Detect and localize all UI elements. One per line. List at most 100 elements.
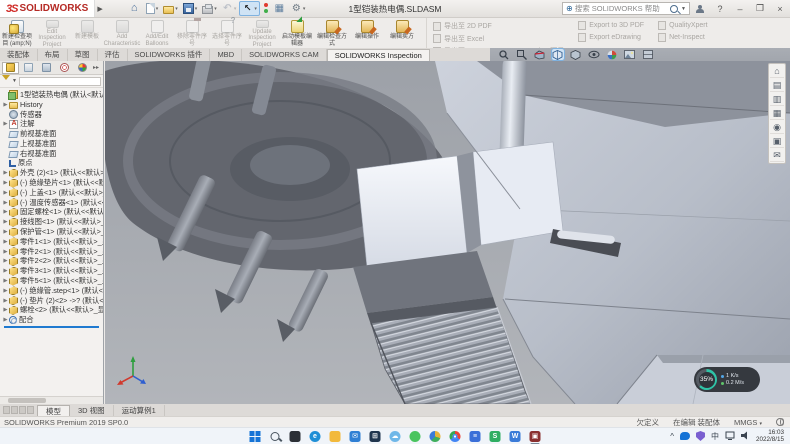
expand-arrow-icon[interactable]: ▶	[2, 102, 9, 108]
ribbon-button[interactable]: 选择零件序号	[210, 18, 245, 48]
tree-item[interactable]: ▶ 接线图<1> (默认<<默认>_显示状	[2, 217, 103, 227]
document-tab[interactable]: 模型	[37, 405, 70, 416]
store-icon[interactable]: ⊞	[369, 430, 382, 443]
panel-tabs-overflow-icon[interactable]: ▸▸	[93, 64, 99, 71]
quick-access-button[interactable]: ▾	[239, 1, 260, 16]
command-tab[interactable]: 草图	[68, 49, 98, 61]
panel-horizontal-scrollbar[interactable]	[0, 396, 103, 404]
expand-arrow-icon[interactable]: ▶	[2, 170, 9, 176]
tree-item[interactable]: ▶ 零件2<2> (默认<<默认>_显示状	[2, 257, 103, 267]
solidworks-resources-icon[interactable]: ⌂	[770, 65, 784, 78]
export-button[interactable]: Export eDrawing	[578, 33, 644, 42]
forum-icon[interactable]: ✉	[770, 149, 784, 162]
tree-item[interactable]: ▶ 螺栓<2> (默认<<默认>_显示状态	[2, 306, 103, 316]
expand-arrow-icon[interactable]: ▶	[2, 180, 9, 186]
zoom-to-area-icon[interactable]	[516, 49, 528, 60]
expand-arrow-icon[interactable]: ▶	[2, 249, 9, 255]
view-orientation-icon[interactable]	[552, 49, 564, 60]
scrollbar-thumb[interactable]	[8, 398, 46, 403]
expand-arrow-icon[interactable]: ▶	[2, 209, 9, 215]
ribbon-button[interactable]: Edit Inspection Project	[35, 18, 70, 48]
file-explorer-icon[interactable]: ▥	[770, 93, 784, 106]
expand-arrow-icon[interactable]: ▶	[2, 121, 9, 127]
ribbon-button[interactable]: 编辑卖方	[385, 18, 420, 48]
expand-arrow-icon[interactable]: ▶	[2, 317, 9, 323]
wps-icon[interactable]: W	[509, 430, 522, 443]
command-tab[interactable]: 布局	[38, 49, 68, 61]
quick-access-button[interactable]: ▾	[200, 1, 219, 16]
search-dropdown-icon[interactable]: ▼	[681, 6, 686, 12]
minimize-button[interactable]: –	[730, 1, 750, 16]
apply-scene-icon[interactable]	[624, 49, 636, 60]
export-button[interactable]: 导出至 Excel	[433, 34, 564, 44]
export-button[interactable]: Net-Inspect	[658, 33, 708, 42]
filter-funnel-icon[interactable]	[2, 75, 10, 84]
quick-access-button[interactable]: ▾	[181, 1, 200, 16]
chrome-icon[interactable]	[449, 430, 462, 443]
tree-item[interactable]: ▶ 零件3<1> (默认<<默认>_显示状	[2, 266, 103, 276]
ribbon-button[interactable]: Update Inspection Project	[245, 18, 280, 48]
tree-item[interactable]: 右视基准面	[2, 149, 103, 159]
expand-arrow-icon[interactable]: ▶	[2, 239, 9, 245]
command-tab[interactable]: SOLIDWORKS CAM	[242, 49, 327, 61]
hide-show-items-icon[interactable]	[588, 49, 600, 60]
tree-item[interactable]: ▶ 固定螺栓<1> (默认<<默认>_显示	[2, 208, 103, 218]
section-view-icon[interactable]	[534, 49, 546, 60]
edit-appearance-icon[interactable]	[606, 49, 618, 60]
tree-item[interactable]: ▶ 零件5<1> (默认<<默认>_显示状	[2, 276, 103, 286]
tree-item[interactable]: 传感器	[2, 110, 103, 120]
filter-dropdown-icon[interactable]: ▼	[12, 78, 17, 84]
quick-access-button[interactable]	[261, 1, 271, 16]
tree-item[interactable]: ▶ 保护管<1> (默认<<默认>_显示状	[2, 227, 103, 237]
command-tab[interactable]: 评估	[98, 49, 128, 61]
ribbon-button[interactable]: Add Characteristic	[105, 18, 140, 48]
ribbon-button[interactable]: 编辑操作	[350, 18, 385, 48]
expand-arrow-icon[interactable]: ▶	[2, 278, 9, 284]
command-tab[interactable]: 装配体	[0, 49, 38, 61]
display-style-icon[interactable]	[570, 49, 582, 60]
ribbon-button[interactable]: 新建模板	[70, 18, 105, 48]
units-selector[interactable]: MMGS ▾	[734, 418, 762, 427]
wechat-icon[interactable]	[409, 430, 422, 443]
tree-item[interactable]: 上视基准面	[2, 139, 103, 149]
tree-item[interactable]: 前视基准面	[2, 129, 103, 139]
onedrive-icon[interactable]: ☁	[389, 430, 402, 443]
tree-item[interactable]: ▶ (-) 绝缘垫片<1> (默认<<默认>_显	[2, 178, 103, 188]
zoom-to-fit-icon[interactable]	[498, 49, 510, 60]
expand-arrow-icon[interactable]: ▶	[2, 307, 9, 313]
expand-arrow-icon[interactable]: ▶	[2, 200, 9, 206]
tree-item[interactable]: ▶ 零件1<1> (默认<<默认>_显示状	[2, 237, 103, 247]
expand-arrow-icon[interactable]: ▶	[2, 190, 9, 196]
command-tab[interactable]: SOLIDWORKS Inspection	[327, 49, 430, 61]
view-settings-icon[interactable]	[642, 49, 654, 60]
command-tab[interactable]: SOLIDWORKS 插件	[128, 49, 211, 61]
tree-item[interactable]: 原点	[2, 159, 103, 169]
export-button[interactable]: 导出至 2D PDF	[433, 21, 564, 31]
search-icon[interactable]	[670, 5, 678, 13]
export-button[interactable]: QualityXpert	[658, 21, 708, 30]
tree-item[interactable]: ▶ 配合	[2, 315, 103, 325]
tab-scroll-arrows[interactable]	[0, 406, 37, 414]
file-explorer-icon[interactable]	[329, 430, 342, 443]
tree-root[interactable]: 1型铠装热电偶 (默认<默认_显示状态-1	[2, 90, 103, 100]
expand-arrow-icon[interactable]: ▶	[2, 229, 9, 235]
network-icon[interactable]	[725, 431, 735, 442]
tree-item[interactable]: ▶ (-) 垫片 (2)<2> ->? (默认<<默认>	[2, 296, 103, 306]
expand-arrow-icon[interactable]: ▶	[2, 298, 9, 304]
view-palette-icon[interactable]: ▦	[770, 107, 784, 120]
quick-access-button[interactable]: ▾	[144, 1, 161, 16]
login-button[interactable]	[690, 1, 710, 16]
solidworks-app-icon[interactable]: ▣	[529, 430, 542, 443]
tab-property-manager[interactable]	[20, 62, 37, 74]
ime-indicator[interactable]: 中	[711, 431, 719, 442]
design-library-icon[interactable]: ▤	[770, 79, 784, 92]
help-search-box[interactable]: ⊕ 搜索 SOLIDWORKS 帮助 ▼	[562, 2, 690, 15]
clock[interactable]: 16:03 2022/8/15	[756, 429, 784, 443]
quick-access-button[interactable]: ▾	[220, 1, 239, 16]
app-s-icon[interactable]: S	[489, 430, 502, 443]
quick-access-button[interactable]	[127, 1, 143, 16]
security-shield-icon[interactable]	[696, 431, 705, 441]
quick-access-button[interactable]	[272, 1, 288, 16]
notes-icon[interactable]: ≡	[469, 430, 482, 443]
globe-icon[interactable]	[776, 418, 784, 426]
